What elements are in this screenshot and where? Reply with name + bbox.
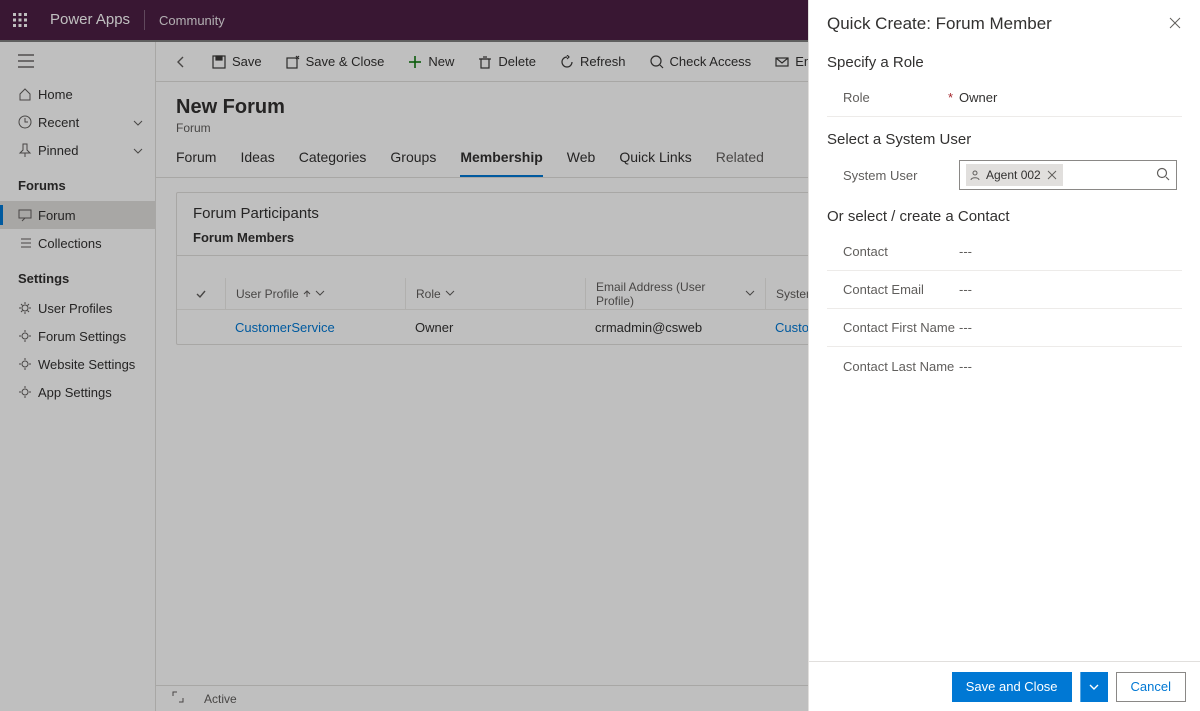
quick-create-panel: Quick Create: Forum Member Specify a Rol… (808, 0, 1200, 711)
save-and-close-button[interactable]: Save and Close (952, 672, 1072, 702)
field-contact-last-name[interactable]: Contact Last Name --- (827, 347, 1182, 385)
section-specify-role: Specify a Role (827, 54, 1182, 71)
panel-footer: Save and Close Cancel (809, 661, 1200, 711)
close-icon[interactable] (1168, 16, 1182, 33)
field-contact[interactable]: Contact --- (827, 233, 1182, 271)
contact-first-value: --- (959, 320, 1182, 335)
cancel-button[interactable]: Cancel (1116, 672, 1186, 702)
field-contact-first-name[interactable]: Contact First Name --- (827, 309, 1182, 347)
system-user-lookup[interactable]: Agent 002 (959, 160, 1177, 190)
save-and-close-split-button[interactable] (1080, 672, 1108, 702)
search-icon[interactable] (1156, 167, 1170, 184)
contact-last-value: --- (959, 359, 1182, 374)
field-system-user: System User Agent 002 (827, 156, 1182, 194)
field-role[interactable]: Role* Owner (827, 79, 1182, 117)
field-contact-email[interactable]: Contact Email --- (827, 271, 1182, 309)
contact-email-value: --- (959, 282, 1182, 297)
person-icon (970, 170, 980, 180)
role-value: Owner (959, 90, 1182, 105)
lookup-chip[interactable]: Agent 002 (966, 164, 1063, 186)
remove-chip-icon[interactable] (1047, 170, 1057, 180)
contact-value: --- (959, 244, 1182, 259)
section-or-contact: Or select / create a Contact (827, 208, 1182, 225)
section-select-user: Select a System User (827, 131, 1182, 148)
panel-title: Quick Create: Forum Member (827, 14, 1052, 34)
lookup-chip-label: Agent 002 (986, 168, 1041, 182)
